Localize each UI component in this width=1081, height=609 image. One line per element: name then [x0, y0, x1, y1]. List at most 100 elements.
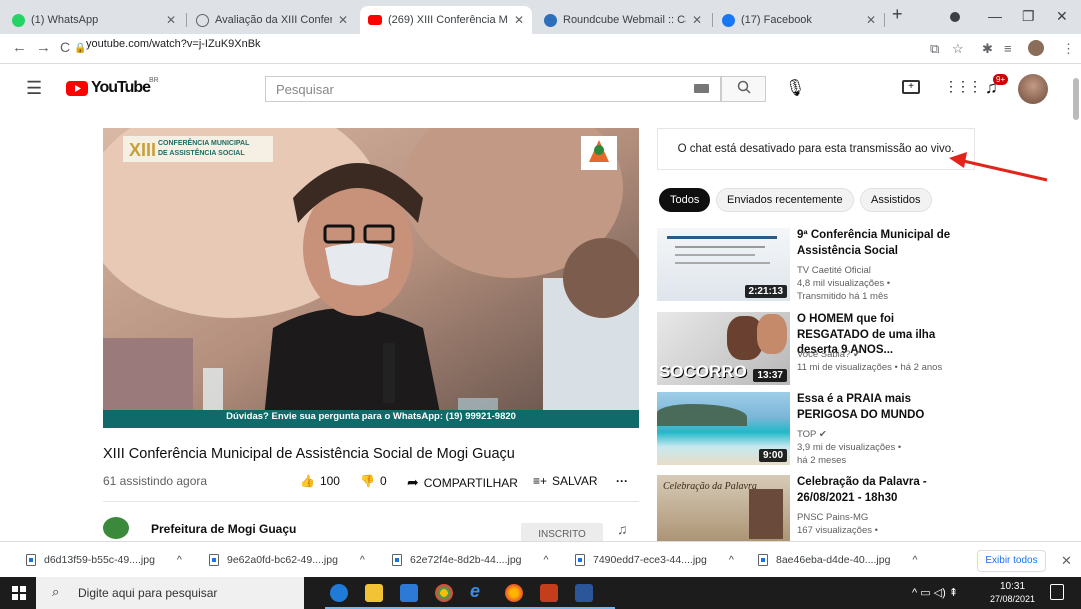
edge-icon[interactable] — [330, 584, 348, 602]
new-tab-button[interactable]: + — [892, 4, 903, 25]
rec-channel[interactable]: TOP ✔ — [797, 428, 827, 441]
close-window-button[interactable]: ✕ — [1056, 8, 1068, 25]
tab-youtube[interactable]: (269) XIII Conferência Munici ✕ — [360, 6, 532, 34]
chevron-up-icon[interactable]: ^ — [360, 554, 365, 566]
windows-start-icon[interactable] — [12, 586, 26, 605]
rec-channel[interactable]: Você Sabia? ✔ — [797, 348, 861, 361]
mail-icon[interactable] — [400, 584, 418, 602]
close-icon[interactable]: ✕ — [866, 13, 876, 27]
system-tray-icons[interactable]: ^ ▭ ◁) ⇞ — [912, 586, 958, 599]
bell-icon[interactable]: ♫ — [617, 521, 628, 537]
extensions-icon[interactable]: ✱ — [982, 41, 993, 57]
url-field[interactable]: youtube.com/watch?v=j-IZuK9XnBk — [86, 38, 261, 50]
chevron-up-icon[interactable]: ^ — [729, 554, 734, 566]
search-icon — [737, 80, 751, 94]
internet-explorer-icon[interactable]: e — [470, 581, 488, 601]
back-button[interactable]: ← — [12, 39, 27, 56]
close-icon[interactable]: ✕ — [514, 13, 524, 27]
youtube-logo-text[interactable]: YouTube — [91, 79, 151, 97]
chevron-up-icon[interactable]: ^ — [912, 554, 917, 566]
chevron-up-icon[interactable]: ^ — [544, 554, 549, 566]
rec-title[interactable]: 9ª Conferência Municipal de Assistência … — [797, 228, 967, 259]
show-all-downloads-button[interactable]: Exibir todos — [977, 550, 1046, 572]
duration-badge: 13:37 — [753, 369, 787, 382]
chrome-icon[interactable] — [435, 584, 453, 602]
download-item[interactable]: d6d13f59-b55c-49....jpg ^ — [26, 554, 182, 566]
firefox-icon[interactable] — [505, 584, 523, 602]
chevron-up-icon[interactable]: ^ — [177, 554, 182, 566]
word-icon[interactable] — [575, 584, 593, 602]
image-file-icon — [392, 554, 402, 566]
more-actions-icon[interactable]: ··· — [616, 474, 628, 488]
create-video-icon[interactable]: + — [902, 80, 920, 94]
search-icon: ⌕ — [52, 584, 60, 599]
chip-todos[interactable]: Todos — [659, 188, 711, 212]
search-button[interactable] — [721, 76, 766, 102]
address-bar-row: ← → C 🔒 youtube.com/watch?v=j-IZuK9XnBk … — [0, 34, 1081, 64]
channel-avatar[interactable] — [103, 517, 129, 539]
tab-avaliacao[interactable]: Avaliação da XIII Conferencia ✕ — [188, 6, 356, 34]
tab-roundcube[interactable]: Roundcube Webmail :: Caixa ✕ — [536, 6, 710, 34]
globe-icon — [196, 13, 209, 27]
video-player[interactable]: XIII CONFERÊNCIA MUNICIPAL DE ASSISTÊNCI… — [103, 128, 639, 428]
close-icon[interactable]: ✕ — [1061, 553, 1072, 569]
duration-badge: 2:21:13 — [744, 285, 787, 298]
recommendation-item[interactable]: SOCORRO 13:37 O HOMEM que foi RESGATADO … — [657, 312, 1077, 390]
clock-date[interactable]: 27/08/2021 — [990, 594, 1035, 604]
video-thumbnail[interactable]: 2:21:13 — [657, 228, 790, 301]
search-input[interactable]: Pesquisar — [265, 76, 721, 102]
share-button[interactable]: ➦ COMPARTILHAR — [407, 474, 518, 491]
download-item[interactable]: 7490edd7-ece3-44....jpg ^ — [575, 554, 734, 566]
restore-button[interactable]: ❐ — [1022, 8, 1035, 25]
like-button[interactable]: 👍 100 — [300, 474, 340, 488]
close-icon[interactable]: ✕ — [338, 13, 348, 27]
powerpoint-icon[interactable] — [540, 584, 558, 602]
cast-icon[interactable]: ⧉ — [930, 41, 939, 57]
video-thumbnail[interactable]: SOCORRO 13:37 — [657, 312, 790, 385]
reload-button[interactable]: C — [60, 39, 70, 55]
rec-title[interactable]: Essa é a PRAIA mais PERIGOSA DO MUNDO — [797, 392, 967, 423]
recommendation-item[interactable]: 2:21:13 9ª Conferência Municipal de Assi… — [657, 228, 1077, 306]
whatsapp-icon — [12, 13, 25, 27]
video-thumbnail[interactable]: Celebração da Palavra — [657, 475, 790, 541]
video-thumbnail[interactable]: 9:00 — [657, 392, 790, 465]
rec-channel[interactable]: TV Caetité Oficial — [797, 264, 871, 277]
apps-grid-icon[interactable]: ⋮⋮⋮ — [944, 78, 982, 95]
browser-tab-bar: (1) WhatsApp ✕ Avaliação da XIII Confere… — [0, 0, 1081, 34]
save-button[interactable]: ≡+ SALVAR — [533, 474, 598, 488]
download-item[interactable]: 9e62a0fd-bc62-49....jpg ^ — [209, 554, 365, 566]
file-explorer-icon[interactable] — [365, 584, 383, 602]
channel-name[interactable]: Prefeitura de Mogi Guaçu — [151, 522, 296, 536]
rec-title[interactable]: Celebração da Palavra - 26/08/2021 - 18h… — [797, 475, 967, 506]
reading-list-icon[interactable]: ≡ — [1004, 41, 1012, 56]
download-item[interactable]: 8ae46eba-d4de-40....jpg ^ — [758, 554, 917, 566]
clock-time[interactable]: 10:31 — [1000, 581, 1025, 592]
tab-facebook[interactable]: (17) Facebook ✕ — [714, 6, 884, 34]
minimize-button[interactable]: — — [988, 8, 1002, 24]
close-icon[interactable]: ✕ — [692, 13, 702, 27]
forward-button[interactable]: → — [36, 39, 51, 56]
recommendation-item[interactable]: 9:00 Essa é a PRAIA mais PERIGOSA DO MUN… — [657, 392, 1077, 470]
taskbar-search-input[interactable]: Digite aqui para pesquisar — [36, 577, 304, 609]
notifications-icon[interactable] — [1050, 584, 1064, 600]
youtube-logo-icon[interactable] — [66, 81, 88, 96]
tab-whatsapp[interactable]: (1) WhatsApp ✕ — [4, 6, 184, 34]
menu-icon[interactable]: ⋮ — [1062, 41, 1075, 57]
bookmark-star-icon[interactable]: ☆ — [952, 41, 964, 57]
page-scrollbar[interactable] — [1073, 78, 1079, 120]
image-file-icon — [758, 554, 768, 566]
rec-channel[interactable]: PNSC Pains-MG — [797, 511, 868, 524]
microphone-icon[interactable]: 🎙 — [785, 78, 805, 98]
video-frame — [103, 128, 639, 428]
recommendation-item[interactable]: Celebração da Palavra Celebração da Pala… — [657, 475, 1077, 541]
profile-avatar[interactable] — [1028, 40, 1044, 56]
dislike-button[interactable]: 👎 0 — [360, 474, 387, 488]
keyboard-icon[interactable] — [694, 84, 709, 93]
record-icon[interactable] — [950, 12, 960, 22]
close-icon[interactable]: ✕ — [166, 13, 176, 27]
download-item[interactable]: 62e72f4e-8d2b-44....jpg ^ — [392, 554, 548, 566]
hamburger-icon[interactable]: ☰ — [26, 78, 42, 99]
account-avatar[interactable] — [1018, 74, 1048, 104]
chip-assistidos[interactable]: Assistidos — [860, 188, 932, 212]
chip-enviados[interactable]: Enviados recentemente — [716, 188, 854, 212]
